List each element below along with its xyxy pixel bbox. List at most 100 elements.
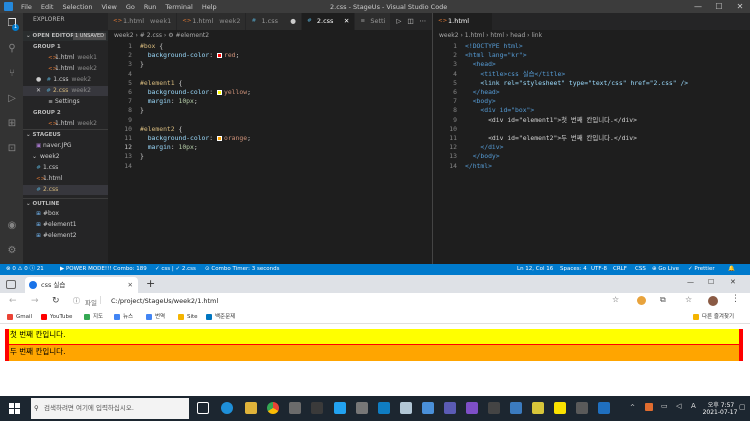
tab-close-icon[interactable]: ✕ [128,277,133,293]
maximize-button[interactable]: ☐ [708,278,714,286]
maximize-button[interactable]: ☐ [709,0,729,13]
kakaotalk-icon[interactable] [554,402,566,414]
chrome-icon[interactable] [267,402,279,414]
info-icon[interactable]: ⓘ [73,296,80,306]
bookmark-youtube[interactable]: YouTube [41,310,72,324]
editor-tab-active[interactable]: #2.css ✕ [301,13,356,30]
file-status[interactable]: ✓ css | ✓ 2.css [155,264,196,275]
open-editor-item[interactable]: <>1.html week1 [23,53,108,63]
clock-time[interactable]: 오후 7:57 [706,400,736,409]
notifications-icon[interactable]: 🔔 [728,264,735,275]
color-swatch-yellow[interactable] [216,89,222,95]
app-icon[interactable] [510,402,522,414]
reload-icon[interactable]: ↻ [52,296,60,306]
extensions-puzzle-icon[interactable]: ⧉ [660,295,666,305]
bookmark-news[interactable]: 뉴스 [114,310,133,324]
menu-selection[interactable]: Selection [62,3,92,11]
more-menu-icon[interactable]: ⋮ [731,294,740,304]
address-bar[interactable]: ⓘ 파일 | C:/project/StageUs/week2/1.html ☆ [69,294,659,309]
minimize-button[interactable]: — [688,0,708,13]
url-text[interactable]: C:/project/StageUs/week2/1.html [111,297,218,305]
app-icon[interactable] [356,402,368,414]
open-editor-item[interactable]: ● #1.css week2 [23,75,108,85]
power-mode-status[interactable]: ▶ POWER MODE!!! Combo: 189 [60,264,147,275]
combo-timer-status[interactable]: ⊙ Combo Timer: 3 seconds [205,264,279,275]
open-editor-item[interactable]: ≡ Settings [23,97,108,107]
cursor-position[interactable]: Ln 12, Col 16 [517,264,553,275]
forward-icon[interactable]: → [31,296,39,306]
close-button[interactable]: ✕ [730,278,736,286]
tree-item[interactable]: <>1.html [23,174,108,184]
editor-tab[interactable]: <> 1.html week1 [108,13,178,30]
tree-item-active[interactable]: #2.css [23,185,108,195]
problems-indicator[interactable]: ⊗ 0 ⚠ 0 ⓘ 21 [6,264,44,275]
tree-item[interactable]: #1.css [23,163,108,173]
app-icon[interactable] [598,402,610,414]
close-button[interactable]: ✕ [730,0,750,13]
tree-folder[interactable]: ⌄ week2 [23,152,108,162]
notification-center-icon[interactable]: ▢ [739,403,746,411]
app-icon[interactable] [400,402,412,414]
breadcrumb[interactable]: week2 › # 2.css › ⚙ #element2 [108,30,432,42]
menu-view[interactable]: View [101,3,116,11]
ime-icon[interactable]: A [691,402,696,410]
source-control-icon[interactable]: ⑂ [6,68,18,80]
tab-actions-icon[interactable] [6,280,16,289]
app-icon[interactable] [576,402,588,414]
bookmark-maps[interactable]: 지도 [84,310,103,324]
outline-item[interactable]: ⊞ #element2 [23,231,108,241]
open-editor-item[interactable]: <>1.html week2 [23,64,108,74]
volume-icon[interactable]: ◁ [676,402,681,410]
eol[interactable]: CRLF [613,264,627,275]
menu-go[interactable]: Go [126,3,135,11]
tray-app-icon[interactable] [645,403,653,411]
task-view-icon[interactable] [197,402,209,414]
app-icon[interactable] [422,402,434,414]
store-icon[interactable] [289,402,301,414]
app-icon[interactable] [488,402,500,414]
outline-item[interactable]: ⊞ #box [23,209,108,219]
favorites-icon[interactable]: ☆ [685,295,692,304]
new-tab-button[interactable]: + [146,277,155,290]
other-bookmarks[interactable]: 다른 즐겨찾기 [693,310,734,324]
start-button-icon[interactable] [9,403,20,414]
indentation[interactable]: Spaces: 4 [560,264,587,275]
outline-item[interactable]: ⊞ #element1 [23,220,108,230]
menu-help[interactable]: Help [202,3,217,11]
edge-icon[interactable] [221,402,233,414]
menu-edit[interactable]: Edit [41,3,54,11]
browser-tab[interactable]: css 실습 ✕ [25,277,138,293]
color-swatch-orange[interactable] [216,135,222,141]
app-icon[interactable] [444,402,456,414]
language-mode[interactable]: CSS [635,264,646,275]
network-icon[interactable]: ▭ [661,402,668,410]
tree-item[interactable]: ▣ naver.JPG [23,141,108,151]
favorite-star-icon[interactable]: ☆ [612,295,619,304]
encoding[interactable]: UTF-8 [591,264,607,275]
clock-date[interactable]: 2021-07-17 [702,409,738,416]
editor-tab[interactable]: <> 1.html week2 [177,13,247,30]
app-icon[interactable] [532,402,544,414]
file-explorer-icon[interactable] [245,402,257,414]
account-icon[interactable]: ◉ [6,220,18,232]
bookmark-site[interactable]: Site [178,310,198,324]
extensions-icon[interactable]: ⊞ [6,118,18,130]
open-editor-item-active[interactable]: ✕ #2.css week2 [23,86,108,96]
menu-file[interactable]: File [21,3,32,11]
run-icon[interactable]: ▷ [396,13,401,30]
search-icon[interactable]: ⚲ [6,43,18,55]
editor-tab[interactable]: ≡ Setti [355,13,392,30]
minimize-button[interactable]: — [687,278,694,286]
profile-avatar[interactable] [708,296,718,306]
app-icon[interactable] [378,402,390,414]
color-swatch-red[interactable] [216,52,222,58]
close-icon[interactable]: ✕ [344,13,349,30]
app-icon[interactable] [311,402,323,414]
bookmark-translate[interactable]: 번역 [146,310,165,324]
vscode-icon[interactable] [334,402,346,414]
bookmark-gmail[interactable]: Gmail [7,310,32,324]
outline-section[interactable]: ⌄ OUTLINE [23,198,108,208]
menu-run[interactable]: Run [144,3,156,11]
menu-terminal[interactable]: Terminal [165,3,192,11]
editor-tab-active[interactable]: <> 1.html [433,13,493,30]
